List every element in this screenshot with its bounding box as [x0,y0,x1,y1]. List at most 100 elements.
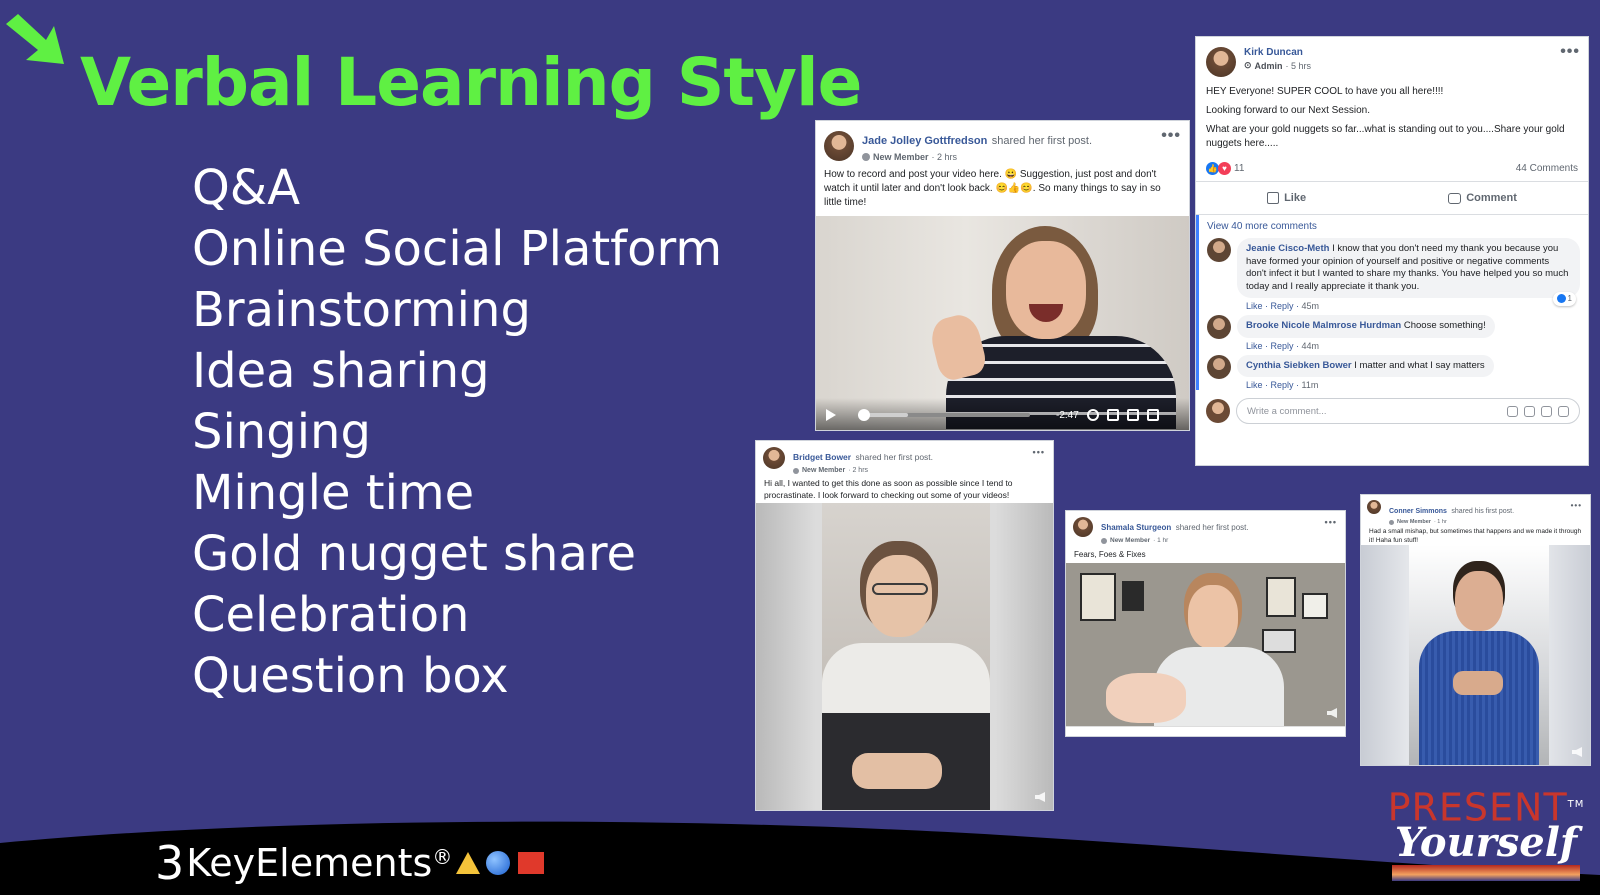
play-icon[interactable] [826,409,836,421]
post-jade: Jade Jolley Gottfredson shared her first… [815,120,1190,431]
gif-icon[interactable] [1541,405,1552,417]
post-bridget: Bridget Bower shared her first post. New… [755,440,1054,811]
avatar[interactable] [763,447,785,469]
bullet-item: Mingle time [192,465,475,521]
circle-icon [486,851,511,875]
bullet-item: Idea sharing [192,343,490,399]
comment-button[interactable]: Comment [1448,192,1517,204]
comment-actions[interactable]: Like · Reply · [1246,301,1299,311]
member-role: New Member [873,152,929,162]
commenter-name[interactable]: Cynthia Siebken Bower [1246,360,1352,371]
avatar[interactable] [824,131,854,161]
author-name[interactable]: Bridget Bower [793,452,851,462]
triangle-icon [456,852,481,874]
post-stats: 👍 ♥ 11 44 Comments [1196,156,1588,182]
comment: Cynthia Siebken Bower I matter and what … [1207,354,1580,390]
post-text: Had a small mishap, but sometimes that h… [1369,528,1582,544]
video-controls: -2:47 [816,398,1189,430]
like-label: Like [1284,192,1307,204]
mute-icon[interactable] [1572,747,1582,757]
avatar[interactable] [1073,517,1093,537]
video-thumbnail [1066,563,1345,728]
emoji-icon[interactable] [1507,405,1518,417]
comment-like-count: 1 [1567,293,1572,303]
comment-actions[interactable]: Like · Reply · [1246,341,1299,351]
comment-icon [1448,192,1462,204]
admin-badge-icon: ⊙ [1244,60,1252,70]
video-player[interactable] [756,503,1053,810]
commenter-name[interactable]: Brooke Nicole Malmrose Hurdman [1246,320,1401,331]
logo-sunset-bar [1392,864,1580,881]
bullet-list: Q&A Online Social Platform Brainstorming… [192,158,722,707]
more-options-icon[interactable]: ••• [1571,501,1582,510]
post-action: shared his first post. [1451,508,1515,515]
post-time[interactable]: · 2 hrs [932,152,958,162]
post-time[interactable]: · 2 hrs [848,467,868,474]
like-reaction-icon [1556,294,1566,304]
comment-text: Choose something! [1403,320,1486,331]
view-more-comments-link[interactable]: View 40 more comments [1207,221,1580,232]
avatar[interactable] [1367,500,1381,514]
brand-number: 3 [155,836,185,890]
video-time: -2:47 [1056,409,1079,421]
reactions-count: 11 [1234,163,1245,174]
post-action: shared her first post. [991,135,1093,147]
comment-likes[interactable]: 1 [1552,291,1576,306]
more-options-icon[interactable]: ••• [1325,517,1337,527]
mute-icon[interactable] [1035,792,1045,802]
write-comment-row: Write a comment... [1196,394,1588,424]
member-role: New Member [1397,519,1431,525]
post-actions: Like Comment [1196,182,1588,215]
avatar[interactable] [1207,238,1231,262]
brand-name: KeyElements [186,841,433,885]
reactions[interactable]: 👍 ♥ 11 [1206,162,1244,175]
post-text: Fears, Foes & Fixes [1074,550,1146,559]
post-time[interactable]: · 1 hr [1153,537,1168,544]
bullet-item: Celebration [192,587,470,643]
post-kirk: Kirk Duncan ⊙ Admin · 5 hrs ••• HEY Everyo… [1195,36,1589,466]
sticker-icon[interactable] [1558,405,1569,417]
comment-actions[interactable]: Like · Reply · [1246,380,1299,390]
more-options-icon[interactable]: ••• [1033,447,1045,457]
author-name[interactable]: Conner Simmons [1389,508,1447,515]
more-options-icon[interactable]: ••• [1161,127,1181,145]
video-progress-bar[interactable] [858,409,1030,421]
thumbs-up-icon [1267,192,1280,204]
author-name[interactable]: Jade Jolley Gottfredson [862,135,987,147]
settings-gear-icon[interactable] [1086,409,1099,421]
video-player[interactable] [1361,545,1590,765]
post-header: Jade Jolley Gottfredson shared her first… [816,121,1189,168]
avatar [1206,399,1230,423]
author-name[interactable]: Shamala Sturgeon [1101,523,1171,532]
commenter-name[interactable]: Jeanie Cisco-Meth [1246,243,1329,254]
post-action: shared her first post. [1175,523,1249,532]
comment: Brooke Nicole Malmrose Hurdman Choose so… [1207,315,1580,351]
post-text: How to record and post your video here. … [824,169,1161,208]
video-player[interactable]: -2:47 [816,216,1189,430]
mute-icon[interactable] [1146,409,1159,421]
like-button[interactable]: Like [1267,192,1306,204]
more-options-icon[interactable]: ••• [1560,43,1580,61]
slide-title: Verbal Learning Style [80,44,862,121]
post-action: shared her first post. [855,452,934,462]
comment-time: 11m [1301,380,1319,390]
progress-knob[interactable] [858,409,870,421]
comment-input[interactable]: Write a comment... [1236,398,1580,424]
camera-icon[interactable] [1524,405,1535,417]
post-line: Looking forward to our Next Session. [1206,105,1370,116]
post-time[interactable]: · 5 hrs [1286,61,1312,71]
avatar[interactable] [1207,315,1231,339]
member-badge-icon [793,467,799,474]
bullet-item: Online Social Platform [192,221,723,277]
picture-in-picture-icon[interactable] [1106,409,1119,421]
fullscreen-icon[interactable] [1126,409,1139,421]
member-role: New Member [1110,537,1151,544]
post-line: What are your gold nuggets so far...what… [1206,124,1565,149]
bullet-item: Brainstorming [192,282,531,338]
avatar[interactable] [1206,47,1236,77]
comments-count[interactable]: 44 Comments [1516,163,1578,174]
avatar[interactable] [1207,354,1231,379]
post-time[interactable]: · 1 hr [1434,519,1447,525]
author-name[interactable]: Kirk Duncan [1244,47,1311,58]
video-player[interactable] [1066,563,1345,728]
